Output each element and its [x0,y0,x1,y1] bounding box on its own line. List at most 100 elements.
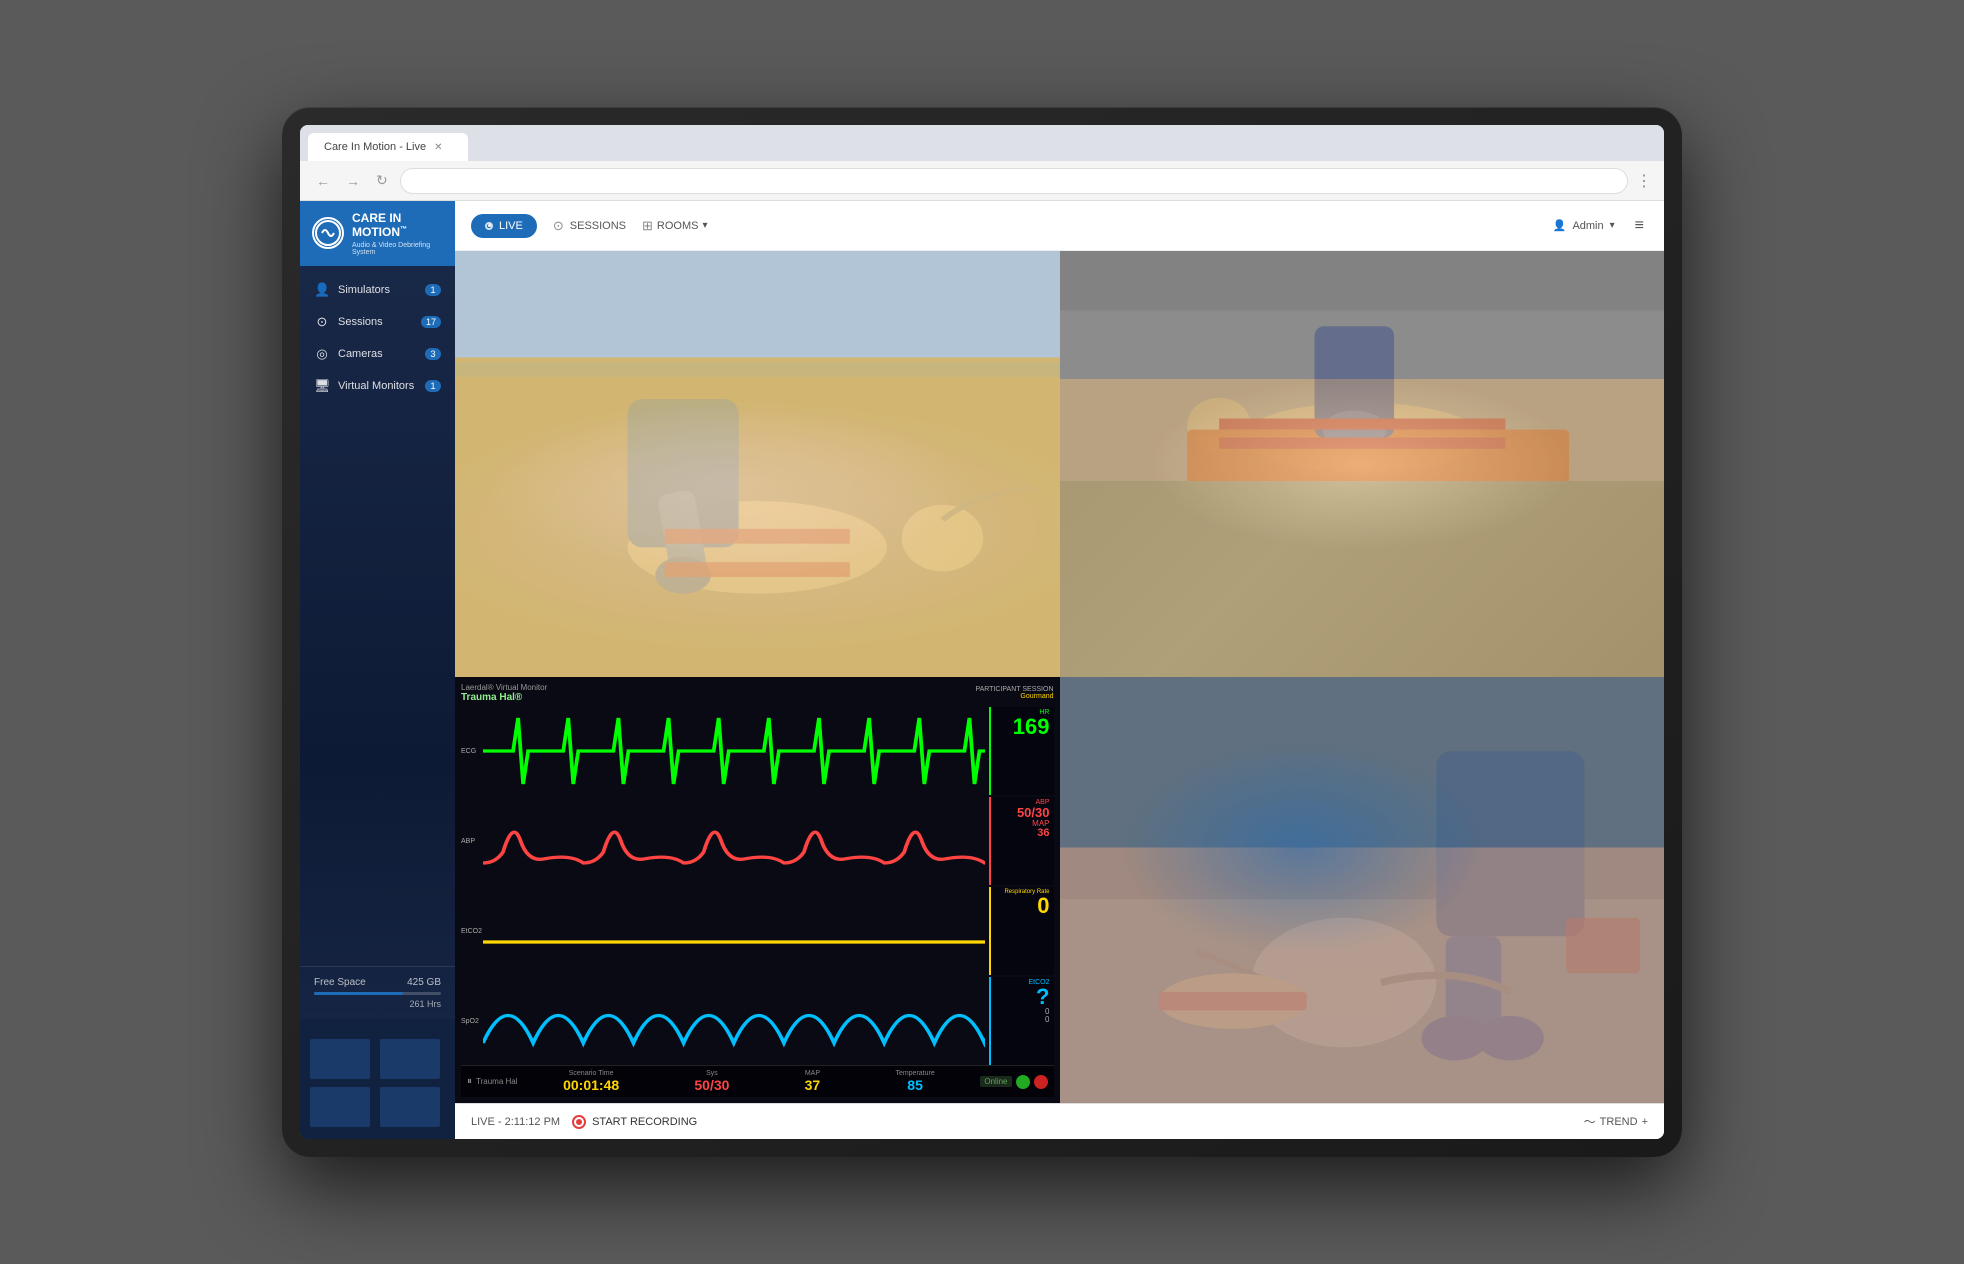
app-title: CARE IN MOTION™ [352,211,443,240]
forward-button[interactable]: → [342,171,364,191]
admin-icon: 👤 [1553,219,1567,232]
scenario-time-value: 00:01:48 [563,1077,619,1093]
simulators-icon: 👤 [314,282,330,298]
spo2-vital: EtCO2 ? 00 [989,977,1054,1065]
storage-hours: 261 Hrs [314,999,441,1009]
browser-tabs: Care In Motion - Live ✕ [300,125,1664,161]
monitor-title: Laerdal® Virtual Monitor Trauma Hal® [461,683,547,703]
monitor-tracks-container: ECG [461,707,1054,1065]
hr-value: 169 [1013,716,1050,738]
abp-bottom: Sys 50/30 [694,1070,729,1093]
abp-label: ABP [461,838,481,845]
spo2-track: SpO2 [461,977,985,1065]
record-icon [572,1115,586,1129]
right-panel: LIVE ⊙ SESSIONS ⊞ ROOMS ▾ 👤 Admin [455,201,1664,1139]
browser-menu-icon[interactable]: ⋮ [1636,171,1652,191]
close-icon[interactable]: ✕ [434,142,442,153]
trend-icon: 〜 [1584,1113,1596,1130]
app-subtitle: Audio & Video Debriefing System [352,242,443,256]
video-cell-4 [1060,677,1665,1103]
temp-value: 85 [895,1077,934,1093]
video-cell-1 [455,251,1060,677]
hamburger-menu-icon[interactable]: ≡ [1631,213,1648,239]
simulators-badge: 1 [425,284,441,296]
abp-track: ABP [461,797,985,885]
tab-title: Care In Motion - Live [324,141,426,153]
monitor-name-tag: Trauma Hal [476,1077,518,1086]
monitor-stats-row: ⏸ Trauma Hal Scenario Time 00:01:48 [461,1065,1054,1097]
sidebar-item-sessions[interactable]: ⊙ Sessions 17 [300,306,455,338]
sidebar: CARE IN MOTION™ Audio & Video Debriefing… [300,201,455,1139]
live-button[interactable]: LIVE [471,214,537,238]
virtual-monitors-badge: 1 [425,380,441,392]
storage-fill [314,992,403,995]
abp-bottom-value: 50/30 [694,1077,729,1093]
online-indicator: Online [980,1076,1011,1087]
storage-text: Free Space [314,977,366,988]
patient-monitor: Laerdal® Virtual Monitor Trauma Hal® PAR… [455,677,1060,1103]
sessions-nav-label: SESSIONS [570,220,626,232]
spo2-waveform [483,977,985,1065]
rooms-nav-label: ROOMS [657,220,699,232]
sidebar-item-simulators[interactable]: 👤 Simulators 1 [300,274,455,306]
etco2-label: EtCO2 [461,928,481,935]
admin-nav[interactable]: 👤 Admin ▾ [1553,219,1615,232]
spo2-value: ? [1036,986,1049,1008]
sessions-icon: ⊙ [314,314,330,330]
map-bottom-label: MAP [805,1070,821,1077]
sidebar-storage: Free Space 425 GB 261 Hrs [300,966,455,1019]
browser-tab[interactable]: Care In Motion - Live ✕ [308,133,468,161]
sidebar-item-cameras[interactable]: ◎ Cameras 3 [300,338,455,370]
rr-value: 0 [1037,895,1049,917]
record-label: START RECORDING [592,1116,697,1128]
rooms-chevron-icon: ▾ [702,220,707,231]
trend-button[interactable]: 〜 TREND + [1584,1113,1648,1130]
sidebar-nav: 👤 Simulators 1 ⊙ Sessions 17 ◎ Cameras 3 [300,266,455,966]
monitor-session-info: PARTICIPANT SESSION Gourmand [975,686,1053,700]
temp-label: Temperature [895,1070,934,1077]
ecg-label: ECG [461,748,481,755]
storage-value: 425 GB [407,977,441,988]
trend-expand-icon: + [1642,1116,1648,1128]
storage-bar [314,992,441,995]
live-signal-icon [485,222,493,230]
sidebar-item-virtual-monitors[interactable]: 🖥 Virtual Monitors 1 [300,370,455,402]
abp-vital: ABP 50/30 MAP 36 [989,797,1054,885]
pause-icon[interactable]: ⏸ [467,1076,472,1087]
virtual-monitors-label: Virtual Monitors [338,380,414,392]
ecg-waveform [483,707,985,795]
tablet-shell: Care In Motion - Live ✕ ← → ↻ ⋮ [282,107,1682,1157]
sidebar-logo: CARE IN MOTION™ Audio & Video Debriefing… [300,201,455,266]
vitals-panel: HR 169 ABP 50/30 MAP 36 [989,707,1054,1065]
waveform-tracks: ECG [461,707,985,1065]
rooms-nav-link[interactable]: ⊞ ROOMS ▾ [642,218,708,234]
map-bottom: MAP 37 [805,1070,821,1093]
spo2-sub-values: 00 [1045,1008,1049,1024]
ecg-track: ECG [461,707,985,795]
scenario-time: Scenario Time 00:01:48 [563,1070,619,1093]
video-cell-2 [1060,251,1665,677]
sessions-nav-link[interactable]: ⊙ SESSIONS [553,218,626,234]
temp-bottom: Temperature 85 [895,1070,934,1093]
pause-btn-area: ⏸ Trauma Hal [467,1076,518,1087]
browser-chrome: Care In Motion - Live ✕ ← → ↻ ⋮ [300,125,1664,1139]
hr-vital: HR 169 [989,707,1054,795]
back-button[interactable]: ← [312,171,334,191]
trend-label: TREND [1600,1116,1638,1128]
red-status-icon [1034,1075,1048,1089]
sessions-nav-icon: ⊙ [553,218,564,234]
abp-bottom-label: Sys [694,1070,729,1077]
app-container: CARE IN MOTION™ Audio & Video Debriefing… [300,201,1664,1139]
sessions-label: Sessions [338,316,383,328]
video-cell-patient-monitor: Laerdal® Virtual Monitor Trauma Hal® PAR… [455,677,1060,1103]
address-bar[interactable] [400,168,1628,194]
cameras-label: Cameras [338,348,383,360]
session-name: Gourmand [975,693,1053,700]
rooms-nav-icon: ⊞ [642,218,653,234]
virtual-monitors-icon: 🖥 [314,378,330,394]
reload-button[interactable]: ↻ [372,170,392,191]
record-button[interactable]: START RECORDING [572,1115,697,1129]
rr-vital: Respiratory Rate 0 [989,887,1054,975]
live-dot-inner [488,224,491,227]
browser-address-bar: ← → ↻ ⋮ [300,161,1664,201]
